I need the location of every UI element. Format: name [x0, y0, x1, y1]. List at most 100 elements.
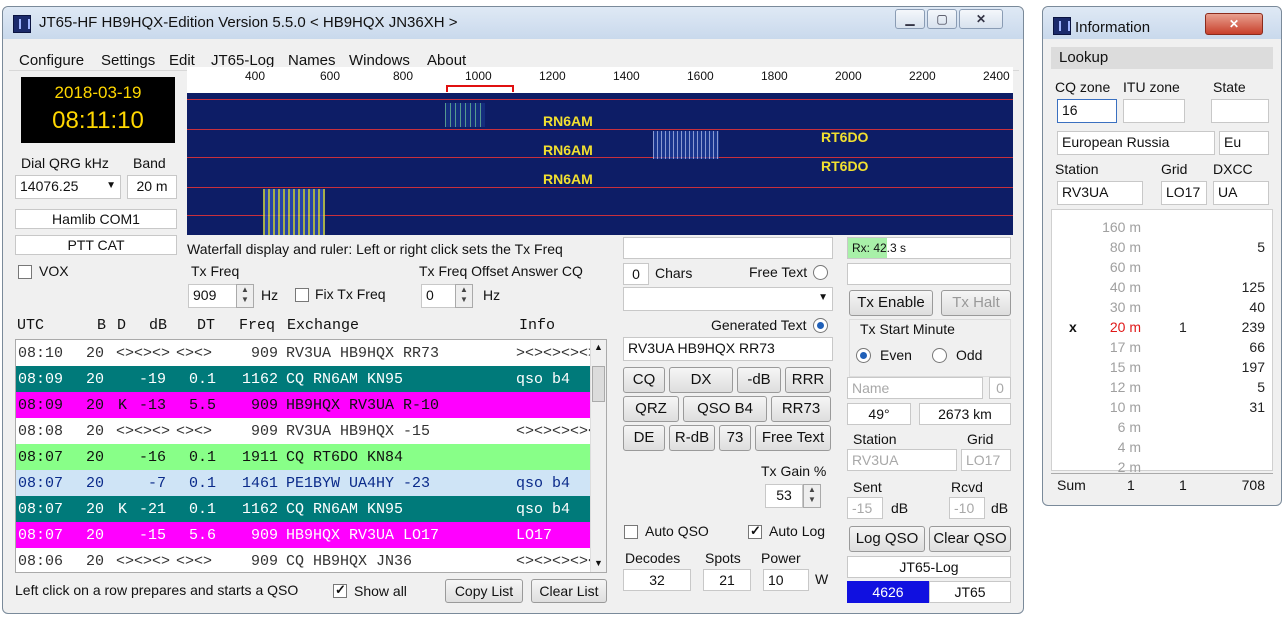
rrr-button[interactable]: RRR — [785, 367, 831, 393]
table-row[interactable]: 08:07 20 -7 0.1 1461 PE1BYW UA4HY -23 qso b4 — [16, 470, 594, 496]
table-row[interactable]: 08:09 20 -19 0.1 1162 CQ RN6AM KN95 qso b4 — [16, 366, 594, 392]
generated-text-radio[interactable] — [813, 318, 828, 333]
qso-b4-button[interactable]: QSO B4 — [683, 396, 767, 422]
tx-offset-input[interactable]: 0 — [421, 284, 457, 308]
menu-configure[interactable]: Configure — [19, 52, 84, 69]
table-row[interactable]: 08:07 20 -16 0.1 1911 CQ RT6DO KN84 — [16, 444, 594, 470]
ruler-tick-label: 1200 — [539, 69, 566, 83]
cell-freq: 1162 — [241, 501, 278, 518]
decode-scrollbar[interactable]: ▲ ▼ — [590, 340, 606, 572]
power-input[interactable]: 10 — [763, 569, 809, 591]
table-row[interactable]: 08:07 20 -15 5.6 909 HB9HQX RV3UA LO17 LO17 — [16, 522, 594, 548]
tx-start-minute-group: Tx Start Minute Even Odd — [849, 319, 1011, 377]
cq-zone-field[interactable]: 16 — [1057, 99, 1117, 123]
tx-halt-button[interactable]: Tx Halt — [941, 290, 1011, 316]
band-row: 6 m — [1051, 417, 1273, 437]
rr73-button[interactable]: RR73 — [771, 396, 831, 422]
tx-enable-button[interactable]: Tx Enable — [849, 290, 933, 316]
auto-qso-checkbox[interactable] — [624, 525, 638, 539]
tx-gain-spinner[interactable]: ▲ ▼ — [803, 484, 821, 508]
cell-dt: 0.1 — [188, 371, 216, 388]
auto-log-checkbox[interactable] — [748, 523, 762, 539]
waterfall-display[interactable]: RN6AM RN6AM RN6AM RT6DO RT6DO — [187, 93, 1013, 235]
table-row[interactable]: 08:10 20 <><><> <><> 909 RV3UA HB9HQX RR73 ><>… — [16, 340, 594, 366]
minimize-icon[interactable]: ▁ — [895, 9, 925, 29]
copy-list-button[interactable]: Copy List — [445, 579, 523, 603]
tx-start-minute-label: Tx Start Minute — [860, 321, 955, 337]
rcvd-field[interactable]: -10 — [949, 497, 985, 519]
cell-freq: 909 — [250, 345, 278, 362]
itu-zone-field[interactable] — [1123, 99, 1185, 123]
r-db-button[interactable]: R-dB — [669, 425, 715, 451]
vox-checkbox[interactable] — [18, 265, 32, 279]
scroll-thumb[interactable] — [592, 366, 605, 402]
fix-tx-freq-checkbox[interactable] — [295, 288, 309, 302]
info-title-bar[interactable]: Information ✕ — [1043, 7, 1281, 39]
sent-field[interactable]: -15 — [847, 497, 883, 519]
grid-label: Grid — [967, 431, 994, 447]
log-qso-button[interactable]: Log QSO — [849, 526, 925, 552]
decode-list[interactable]: 08:10 20 <><><> <><> 909 RV3UA HB9HQX RR73 ><>… — [15, 339, 607, 573]
sum-row: Sum 1 1 708 — [1051, 473, 1273, 495]
ruler-tick-label: 1600 — [687, 69, 714, 83]
cell-b: 20 — [86, 449, 105, 466]
sum-count-3: 708 — [1241, 477, 1265, 493]
menu-settings[interactable]: Settings — [101, 52, 155, 69]
col-b: B — [97, 317, 107, 334]
distance-field: 2673 km — [919, 403, 1011, 425]
sent-label: Sent — [853, 479, 882, 495]
table-row[interactable]: 08:09 20 K -13 5.5 909 HB9HQX RV3UA R-10 — [16, 392, 594, 418]
table-row[interactable]: 08:06 20 <><><> <><> 909 CQ HB9HQX JN36 <><><>… — [16, 548, 594, 572]
cell-db: -19 — [138, 371, 166, 388]
cell-db: -15 — [138, 527, 166, 544]
minus-db-button[interactable]: -dB — [737, 367, 781, 393]
tx-offset-spinner[interactable]: ▲ ▼ — [455, 284, 473, 308]
spots-count: 21 — [703, 569, 751, 591]
even-radio[interactable] — [856, 348, 871, 363]
main-title-bar[interactable]: JT65-HF HB9HQX-Edition Version 5.5.0 < H… — [3, 7, 1023, 39]
table-row[interactable]: 08:07 20 K -21 0.1 1162 CQ RN6AM KN95 qso b4 — [16, 496, 594, 522]
tx-freq-input[interactable]: 909 — [188, 284, 238, 308]
name-count: 0 — [989, 377, 1011, 399]
cell-dt: <><> — [176, 553, 213, 570]
band-row: 17 m 66 — [1051, 337, 1273, 357]
decode-header: UTC B D dB DT Freq Exchange Info — [17, 317, 607, 337]
show-all-checkbox[interactable] — [333, 582, 347, 598]
rig-port-field: Hamlib COM1 — [15, 209, 177, 229]
name-field[interactable]: Name — [847, 377, 983, 399]
scroll-down-icon[interactable]: ▼ — [594, 558, 603, 568]
band-label: Band — [133, 155, 166, 171]
dx-button[interactable]: DX — [669, 367, 733, 393]
info-window-title: Information — [1075, 19, 1151, 36]
info-grid-label: Grid — [1161, 161, 1188, 177]
close-icon[interactable]: ✕ — [959, 9, 1003, 29]
ruler-tick-label: 800 — [393, 69, 414, 83]
table-row[interactable]: 08:08 20 <><><> <><> 909 RV3UA HB9HQX -15 <><>… — [16, 418, 594, 444]
seventy-three-button[interactable]: 73 — [719, 425, 751, 451]
band-name: 30 m — [1109, 299, 1141, 315]
signal-trace — [653, 131, 719, 159]
free-text-button[interactable]: Free Text — [755, 425, 831, 451]
tx-freq-spinner[interactable]: ▲ ▼ — [236, 284, 254, 308]
frequency-ruler[interactable]: 400 600 800 1000 1200 1400 1600 1800 200… — [187, 67, 1013, 93]
scroll-up-icon[interactable]: ▲ — [594, 342, 603, 352]
clear-qso-button[interactable]: Clear QSO — [929, 526, 1011, 552]
odd-radio[interactable] — [932, 348, 947, 363]
cell-exchange: HB9HQX RV3UA R-10 — [286, 397, 440, 414]
clear-list-button[interactable]: Clear List — [531, 579, 607, 603]
band-count-2: 66 — [1249, 339, 1265, 355]
free-text-radio[interactable] — [813, 265, 828, 280]
de-button[interactable]: DE — [623, 425, 665, 451]
dial-qrg-select[interactable]: 14076.25 ▼ — [15, 175, 121, 199]
close-icon[interactable]: ✕ — [1205, 13, 1263, 35]
qrz-button[interactable]: QRZ — [623, 396, 679, 422]
col-freq: Freq — [239, 317, 276, 334]
state-field[interactable] — [1211, 99, 1269, 123]
cq-button[interactable]: CQ — [623, 367, 665, 393]
tx-gain-input[interactable]: 53 — [765, 484, 803, 508]
maximize-icon[interactable]: ▢ — [927, 9, 957, 29]
main-window-title: JT65-HF HB9HQX-Edition Version 5.5.0 < H… — [39, 14, 458, 31]
chars-count: 0 — [623, 263, 649, 285]
free-text-select[interactable]: ▼ — [623, 287, 833, 311]
cell-dt: 0.1 — [188, 501, 216, 518]
